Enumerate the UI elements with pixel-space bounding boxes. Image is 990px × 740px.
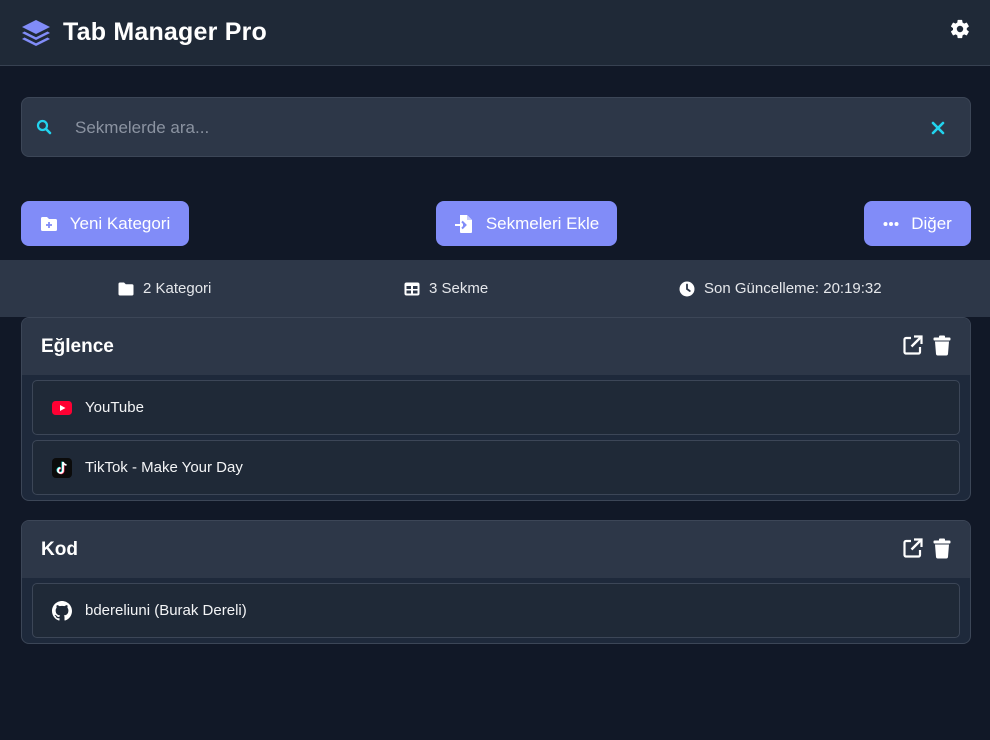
more-label: Diğer (911, 213, 952, 233)
last-update: Son Güncelleme: 20:19:32 (679, 260, 882, 317)
tab-item[interactable]: YouTube (32, 380, 960, 435)
search-icon (36, 119, 52, 135)
add-tabs-label: Sekmeleri Ekle (485, 213, 600, 233)
category-title: Kod (41, 538, 78, 560)
gear-icon[interactable] (948, 17, 972, 41)
clock-icon (679, 281, 695, 297)
category-count: 2 Kategori (118, 260, 211, 317)
app-title: Tab Manager Pro (63, 18, 267, 46)
last-update-label: Son Güncelleme: 20:19:32 (704, 280, 882, 297)
app-header: Tab Manager Pro (0, 0, 990, 66)
close-icon[interactable] (928, 118, 948, 138)
new-category-label: Yeni Kategori (69, 213, 171, 233)
search-bar (21, 97, 971, 157)
tab-item[interactable]: TikTok - Make Your Day (32, 440, 960, 495)
new-category-button[interactable]: Yeni Kategori (21, 201, 189, 246)
file-import-icon (454, 214, 474, 234)
category-header[interactable]: Eğlence (22, 318, 970, 375)
tiktok-icon (52, 457, 72, 478)
ellipsis-icon (883, 221, 899, 227)
tab-title: bdereliuni (Burak Dereli) (85, 602, 247, 619)
tab-title: TikTok - Make Your Day (85, 459, 243, 476)
category-actions (893, 537, 953, 559)
youtube-icon (52, 398, 72, 418)
category-count-label: 2 Kategori (143, 280, 212, 297)
category-card: Kod bdereliuni (Burak Dereli) (21, 520, 971, 644)
folder-plus-icon (40, 216, 58, 232)
layers-icon (20, 17, 52, 49)
stats-bar: 2 Kategori 3 Sekme Son Güncelleme: 20:19… (0, 260, 990, 317)
category-card: Eğlence YouTube TikTok - Make Your Day (21, 317, 971, 501)
trash-icon[interactable] (931, 334, 953, 356)
github-icon (52, 600, 72, 621)
category-header[interactable]: Kod (22, 521, 970, 578)
tab-item[interactable]: bdereliuni (Burak Dereli) (32, 583, 960, 638)
open-external-icon[interactable] (901, 537, 923, 559)
trash-icon[interactable] (931, 537, 953, 559)
tab-count-label: 3 Sekme (429, 280, 489, 297)
add-tabs-button[interactable]: Sekmeleri Ekle (436, 201, 617, 246)
category-title: Eğlence (41, 335, 114, 357)
more-button[interactable]: Diğer (864, 201, 971, 246)
search-input[interactable] (75, 108, 915, 148)
open-external-icon[interactable] (901, 334, 923, 356)
table-icon (404, 282, 420, 296)
folder-icon (118, 282, 134, 296)
category-actions (893, 334, 953, 356)
tab-title: YouTube (85, 399, 144, 416)
tab-count: 3 Sekme (404, 260, 488, 317)
